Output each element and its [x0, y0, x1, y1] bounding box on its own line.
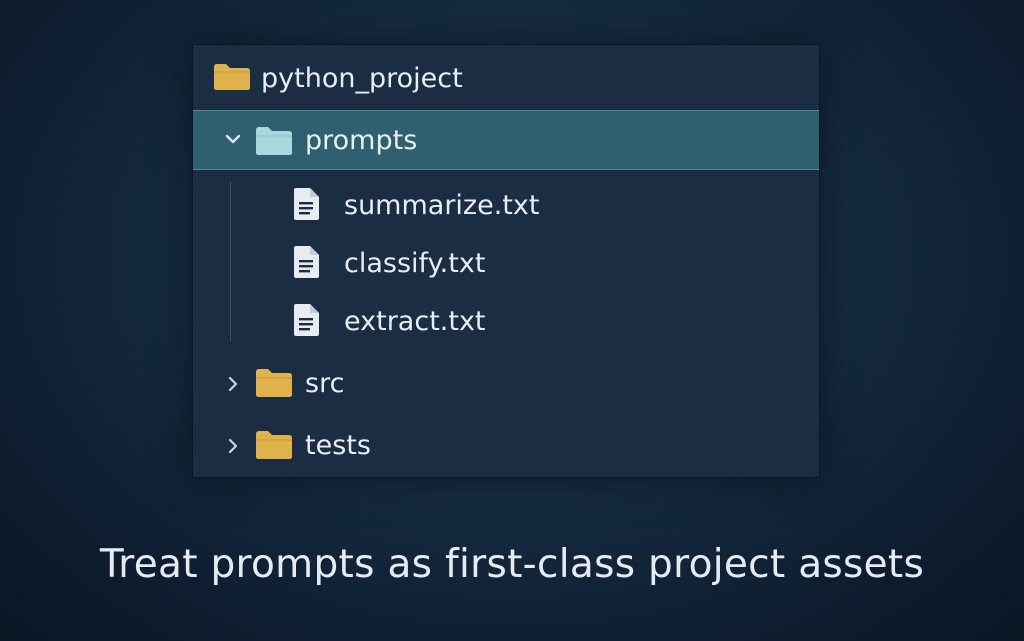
tree-item-label: classify.txt: [344, 247, 486, 279]
tree-item-label: src: [305, 367, 345, 399]
tree-item-src[interactable]: src: [193, 360, 819, 406]
tree-item-label: prompts: [305, 124, 418, 156]
text-file-icon: [292, 245, 320, 279]
tree-root-label: python_project: [261, 62, 463, 94]
tree-item-classify-txt[interactable]: classify.txt: [193, 240, 819, 286]
tree-item-label: summarize.txt: [344, 189, 540, 221]
text-file-icon: [292, 303, 320, 337]
tree-root-python-project[interactable]: python_project: [193, 57, 819, 99]
folder-icon: [255, 368, 293, 397]
tree-item-tests[interactable]: tests: [193, 422, 819, 468]
tree-item-summarize-txt[interactable]: summarize.txt: [193, 182, 819, 228]
folder-icon: [213, 63, 251, 91]
chevron-right-icon[interactable]: [227, 376, 239, 396]
folder-open-icon: [255, 126, 293, 155]
tree-item-extract-txt[interactable]: extract.txt: [193, 298, 819, 344]
file-explorer-panel: python_project prompts summarize.txt cla…: [193, 45, 819, 477]
chevron-right-icon[interactable]: [227, 438, 239, 458]
tree-item-label: extract.txt: [344, 305, 486, 337]
caption-text: Treat prompts as first-class project ass…: [99, 542, 925, 587]
folder-icon: [255, 430, 293, 459]
tree-item-prompts[interactable]: prompts: [193, 110, 819, 170]
tree-item-label: tests: [305, 429, 371, 461]
text-file-icon: [292, 187, 320, 221]
chevron-down-icon[interactable]: [225, 131, 241, 149]
